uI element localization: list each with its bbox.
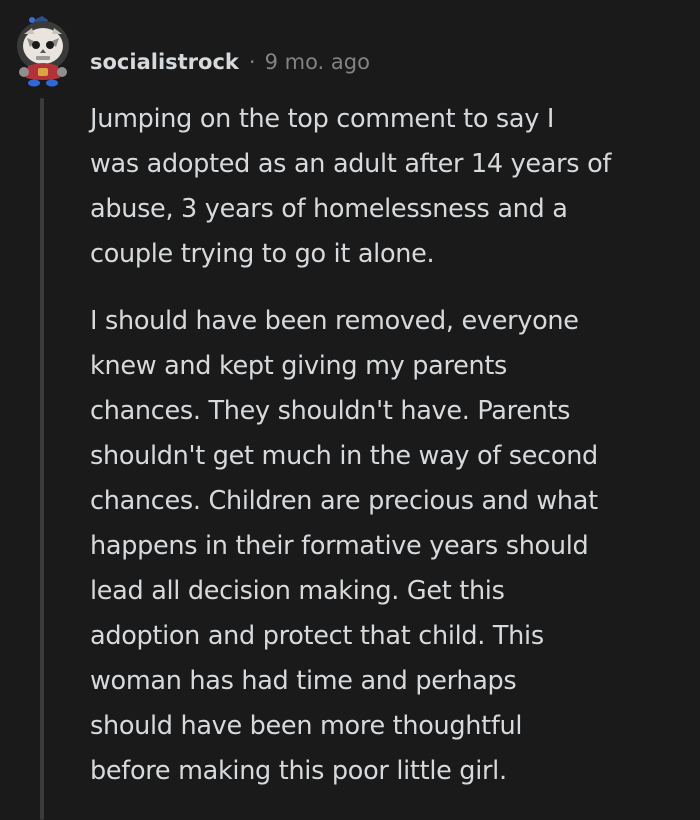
comment: socialistrock · 9 mo. ago Jumping on the… [0, 0, 700, 820]
comment-paragraph: Jumping on the top comment to say I was … [90, 97, 686, 277]
comment-line: happens in their formative years should [90, 531, 589, 561]
comment-line: was adopted as an adult after 14 years o… [90, 149, 612, 179]
comment-meta: socialistrock · 9 mo. ago [90, 44, 370, 80]
timestamp-link[interactable]: 9 mo. ago [265, 50, 370, 74]
comment-line: lead all decision making. Get this [90, 576, 505, 606]
comment-line: Jumping on the top comment to say I [90, 104, 555, 134]
comment-line: shouldn't get much in the way of second [90, 441, 598, 471]
comment-line: should have been more thoughtful [90, 711, 523, 741]
comment-line: I should have been removed, everyone [90, 306, 579, 336]
comment-line: woman has had time and perhaps [90, 666, 517, 696]
user-avatar-icon[interactable] [12, 14, 74, 88]
username-link[interactable]: socialistrock [90, 50, 239, 74]
comment-line: couple trying to go it alone. [90, 239, 435, 269]
comment-line: chances. Children are precious and what [90, 486, 598, 516]
comment-line: before making this poor little girl. [90, 756, 507, 786]
comment-line: knew and kept giving my parents [90, 351, 508, 381]
comment-body: Jumping on the top comment to say I was … [90, 97, 686, 794]
thread-line[interactable] [40, 98, 44, 820]
comment-line: abuse, 3 years of homelessness and a [90, 194, 568, 224]
comment-line: adoption and protect that child. This [90, 621, 544, 651]
comment-line: chances. They shouldn't have. Parents [90, 396, 571, 426]
meta-separator: · [248, 50, 256, 74]
comment-paragraph: I should have been removed, everyone kne… [90, 299, 686, 794]
